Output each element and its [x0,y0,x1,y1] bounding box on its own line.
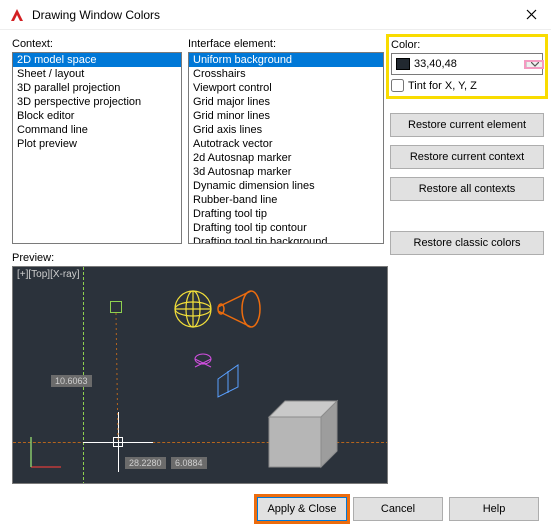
interface-item[interactable]: Grid major lines [189,95,383,109]
interface-item[interactable]: Grid minor lines [189,109,383,123]
coord-b: 28.2280 [125,457,166,469]
color-label: Color: [391,39,543,51]
dialog-window: Drawing Window Colors Context: 2D model … [0,0,551,531]
interface-item[interactable]: Viewport control [189,81,383,95]
restore-all-button[interactable]: Restore all contexts [390,177,544,201]
interface-item[interactable]: Crosshairs [189,67,383,81]
context-label: Context: [12,38,182,50]
interface-label: Interface element: [188,38,384,50]
context-item[interactable]: 3D perspective projection [13,95,181,109]
preview-label: Preview: [12,252,388,264]
coord-a: 10.6063 [51,375,92,387]
restore-classic-button[interactable]: Restore classic colors [390,231,544,255]
color-value: 33,40,48 [414,58,526,70]
preview-canvas: [+][Top][X-ray] [12,266,388,484]
coord-c: 6.0884 [171,457,207,469]
dialog-title: Drawing Window Colors [32,8,511,22]
interface-item[interactable]: Autotrack vector [189,137,383,151]
cancel-button[interactable]: Cancel [353,497,443,521]
tint-checkbox[interactable] [391,79,404,92]
context-item[interactable]: 2D model space [13,53,181,67]
context-item[interactable]: Command line [13,123,181,137]
titlebar: Drawing Window Colors [0,0,551,30]
apply-close-button[interactable]: Apply & Close [257,497,347,521]
context-item[interactable]: 3D parallel projection [13,81,181,95]
context-item[interactable]: Block editor [13,109,181,123]
interface-item[interactable]: Uniform background [189,53,383,67]
color-swatch-icon [396,58,410,70]
interface-item[interactable]: Grid axis lines [189,123,383,137]
interface-item[interactable]: Dynamic dimension lines [189,179,383,193]
tint-label: Tint for X, Y, Z [408,80,477,92]
chevron-down-icon[interactable] [526,62,542,67]
color-section-highlight: Color: 33,40,48 Tint for X, Y, Z [386,34,548,99]
close-button[interactable] [511,0,551,30]
restore-element-button[interactable]: Restore current element [390,113,544,137]
context-item[interactable]: Plot preview [13,137,181,151]
interface-item[interactable]: Rubber-band line [189,193,383,207]
interface-item[interactable]: Drafting tool tip background [189,235,383,244]
interface-item[interactable]: 3d Autosnap marker [189,165,383,179]
interface-item[interactable]: Drafting tool tip contour [189,221,383,235]
color-dropdown[interactable]: 33,40,48 [391,53,543,75]
interface-listbox[interactable]: Uniform backgroundCrosshairsViewport con… [188,52,384,244]
help-button[interactable]: Help [449,497,539,521]
context-item[interactable]: Sheet / layout [13,67,181,81]
app-logo-icon [8,6,26,24]
interface-item[interactable]: Drafting tool tip [189,207,383,221]
restore-context-button[interactable]: Restore current context [390,145,544,169]
interface-item[interactable]: 2d Autosnap marker [189,151,383,165]
context-listbox[interactable]: 2D model spaceSheet / layout3D parallel … [12,52,182,244]
